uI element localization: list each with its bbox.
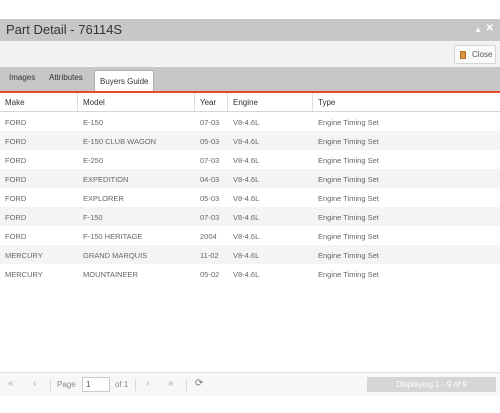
paging-status: Displaying 1 - 9 of 9 bbox=[367, 377, 496, 392]
cell-make: FORD bbox=[5, 156, 27, 165]
tab-attributes[interactable]: Attributes bbox=[49, 73, 83, 82]
cell-engine: V8-4.6L bbox=[233, 175, 260, 184]
cell-type: Engine Timing Set bbox=[318, 194, 379, 203]
tab-buyers-guide[interactable]: Buyers Guide bbox=[94, 70, 155, 91]
column-header-model[interactable]: Model bbox=[78, 93, 195, 111]
cell-make: FORD bbox=[5, 213, 27, 222]
cell-engine: V8-4.6L bbox=[233, 251, 260, 260]
cell-make: FORD bbox=[5, 194, 27, 203]
table-row[interactable]: FORD EXPLORER 05-03 V8-4.6L Engine Timing Se… bbox=[0, 188, 500, 207]
cell-engine: V8-4.6L bbox=[233, 118, 260, 127]
tab-images[interactable]: Images bbox=[9, 73, 35, 82]
cell-model: GRAND MARQUIS bbox=[83, 251, 148, 260]
last-page-icon[interactable]: » bbox=[168, 378, 174, 389]
cell-engine: V8-4.6L bbox=[233, 156, 260, 165]
table-row[interactable]: FORD E-150 07-03 V8-4.6L Engine Timing Set bbox=[0, 112, 500, 131]
document-icon bbox=[460, 50, 466, 59]
cell-model: E-150 CLUB WAGON bbox=[83, 137, 157, 146]
close-button[interactable]: Close bbox=[454, 45, 496, 64]
cell-make: FORD bbox=[5, 137, 27, 146]
cell-model: MOUNTAINEER bbox=[83, 270, 138, 279]
table-row[interactable]: FORD E-250 07-03 V8-4.6L Engine Timing Set bbox=[0, 150, 500, 169]
cell-type: Engine Timing Set bbox=[318, 213, 379, 222]
cell-year: 07-03 bbox=[200, 118, 220, 127]
column-header-year[interactable]: Year bbox=[195, 93, 228, 111]
cell-model: E-150 bbox=[83, 118, 104, 127]
close-x-icon[interactable]: ✕ bbox=[486, 23, 494, 34]
cell-model: E-250 bbox=[83, 156, 104, 165]
grid-body: FORD E-150 07-03 V8-4.6L Engine Timing Set FO… bbox=[0, 112, 500, 283]
page-count-label: of 1 bbox=[115, 380, 129, 389]
cell-type: Engine Timing Set bbox=[318, 251, 379, 260]
cell-year: 07-03 bbox=[200, 213, 220, 222]
cell-year: 2004 bbox=[200, 232, 217, 241]
cell-type: Engine Timing Set bbox=[318, 156, 379, 165]
cell-type: Engine Timing Set bbox=[318, 270, 379, 279]
cell-type: Engine Timing Set bbox=[318, 137, 379, 146]
cell-year: 05-02 bbox=[200, 270, 220, 279]
cell-engine: V8-4.6L bbox=[233, 137, 260, 146]
table-row[interactable]: FORD F-150 HERITAGE 2004 V8-4.6L Engine Timi… bbox=[0, 226, 500, 245]
cell-make: FORD bbox=[5, 232, 27, 241]
cell-model: F-150 bbox=[83, 213, 103, 222]
tab-bar: Images Attributes Buyers Guide bbox=[0, 67, 500, 93]
caret-up-icon[interactable]: ▲ bbox=[474, 25, 482, 34]
table-row[interactable]: FORD EXPEDITION 04-03 V8-4.6L Engine Timing … bbox=[0, 169, 500, 188]
cell-model: EXPEDITION bbox=[83, 175, 129, 184]
cell-engine: V8-4.6L bbox=[233, 213, 260, 222]
cell-year: 05-03 bbox=[200, 194, 220, 203]
cell-model: EXPLORER bbox=[83, 194, 124, 203]
table-row[interactable]: FORD E-150 CLUB WAGON 05-03 V8-4.6L Engine T… bbox=[0, 131, 500, 150]
cell-year: 07-03 bbox=[200, 156, 220, 165]
column-header-type[interactable]: Type bbox=[313, 93, 500, 111]
cell-make: FORD bbox=[5, 118, 27, 127]
refresh-icon[interactable]: ⟳ bbox=[195, 378, 203, 389]
cell-year: 05-03 bbox=[200, 137, 220, 146]
prev-page-icon[interactable]: ‹ bbox=[33, 378, 36, 389]
cell-make: MERCURY bbox=[5, 251, 43, 260]
window-title: Part Detail - 76114S bbox=[6, 22, 123, 37]
first-page-icon[interactable]: « bbox=[8, 378, 14, 389]
table-row[interactable]: FORD F-150 07-03 V8-4.6L Engine Timing Set bbox=[0, 207, 500, 226]
table-row[interactable]: MERCURY MOUNTAINEER 05-02 V8-4.6L Engine Tim… bbox=[0, 264, 500, 283]
column-header-make[interactable]: Make bbox=[0, 93, 78, 111]
page-number-input[interactable] bbox=[82, 377, 110, 392]
window-title-bar: Part Detail - 76114S ▲ ✕ bbox=[0, 19, 500, 41]
cell-engine: V8-4.6L bbox=[233, 270, 260, 279]
pager-bar: « ‹ Page of 1 › » ⟳ Displaying 1 - 9 of … bbox=[0, 372, 500, 396]
pager-divider bbox=[186, 379, 187, 391]
cell-type: Engine Timing Set bbox=[318, 175, 379, 184]
cell-engine: V8-4.6L bbox=[233, 232, 260, 241]
cell-engine: V8-4.6L bbox=[233, 194, 260, 203]
cell-year: 04-03 bbox=[200, 175, 220, 184]
cell-model: F-150 HERITAGE bbox=[83, 232, 143, 241]
grid-header: Make Model Year Engine Type bbox=[0, 93, 500, 112]
table-row[interactable]: MERCURY GRAND MARQUIS 11-02 V8-4.6L Engine T… bbox=[0, 245, 500, 264]
pager-divider bbox=[135, 379, 136, 391]
next-page-icon[interactable]: › bbox=[146, 378, 149, 389]
page-label: Page bbox=[57, 380, 76, 389]
cell-make: FORD bbox=[5, 175, 27, 184]
close-button-label: Close bbox=[472, 50, 493, 59]
cell-type: Engine Timing Set bbox=[318, 118, 379, 127]
column-header-engine[interactable]: Engine bbox=[228, 93, 313, 111]
cell-make: MERCURY bbox=[5, 270, 43, 279]
cell-type: Engine Timing Set bbox=[318, 232, 379, 241]
pager-divider bbox=[50, 379, 51, 391]
toolbar: Close bbox=[0, 41, 500, 67]
cell-year: 11-02 bbox=[200, 251, 219, 260]
